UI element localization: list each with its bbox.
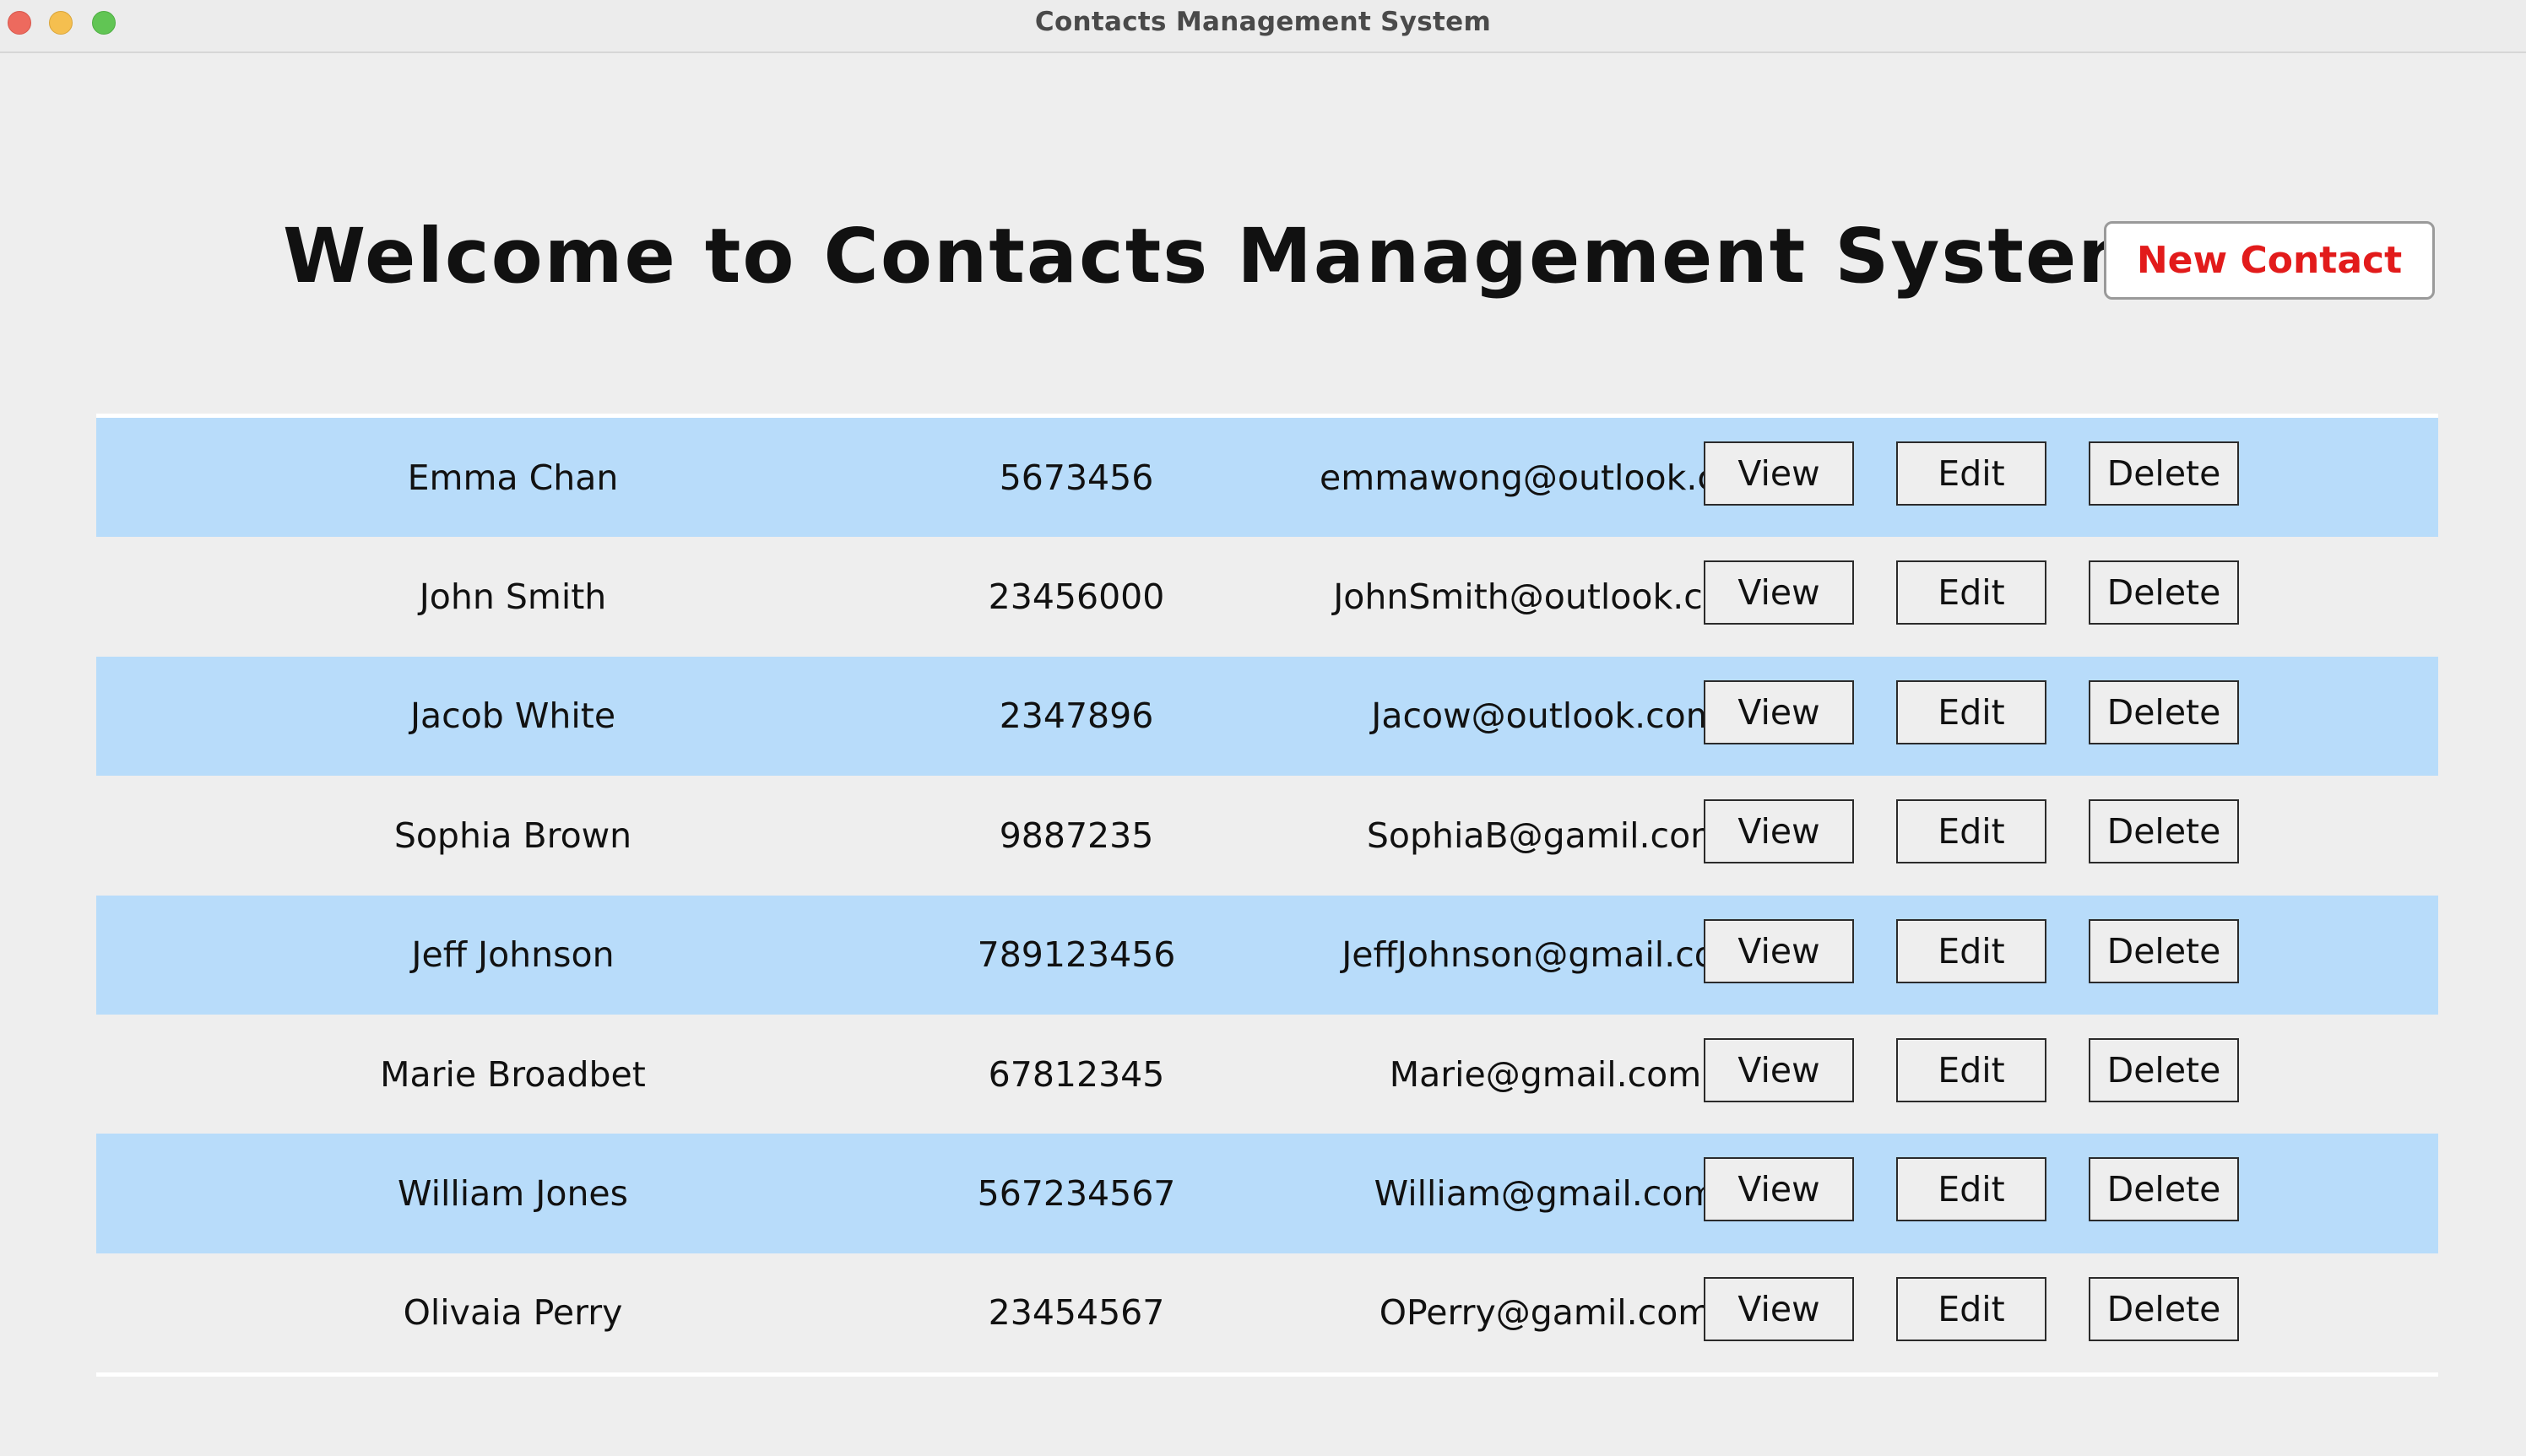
contact-name: John Smith [419,576,607,618]
edit-button[interactable]: Edit [1896,1037,2046,1102]
view-button[interactable]: View [1704,799,1854,864]
edit-button[interactable]: Edit [1896,1157,2046,1222]
contact-phone: 5673456 [999,457,1154,498]
table-row: Olivaia Perry 23454567 OPerry@gamil.com … [96,1253,2438,1373]
contact-name: William Jones [397,1173,629,1215]
table-row: William Jones 567234567 William@gmail.co… [96,1134,2438,1253]
contact-name: Jacob White [409,696,616,737]
table-row: Sophia Brown 9887235 SophiaB@gamil.com V… [96,776,2438,896]
delete-button[interactable]: Delete [2089,560,2239,625]
contact-phone: 789123456 [977,934,1176,976]
delete-button[interactable]: Delete [2089,441,2239,506]
contact-phone: 67812345 [988,1053,1165,1095]
view-button[interactable]: View [1704,560,1854,625]
app-window: Contacts Management System Welcome to Co… [0,0,2526,1456]
contact-name: Jeff Johnson [411,934,615,976]
table-row: John Smith 23456000 JohnSmith@outlook.co… [96,537,2438,657]
contact-name: Marie Broadbet [380,1053,646,1095]
table-row: Marie Broadbet 67812345 Marie@gmail.com … [96,1014,2438,1134]
contact-name: Sophia Brown [393,815,632,856]
delete-button[interactable]: Delete [2089,918,2239,983]
view-button[interactable]: View [1704,1157,1854,1222]
view-button[interactable]: View [1704,918,1854,983]
contact-phone: 9887235 [999,815,1154,856]
edit-button[interactable]: Edit [1896,1276,2046,1341]
view-button[interactable]: View [1704,441,1854,506]
contact-phone: 567234567 [977,1173,1176,1215]
view-button[interactable]: View [1704,1276,1854,1341]
edit-button[interactable]: Edit [1896,918,2046,983]
table-row: Jacob White 2347896 Jacow@outlook.com Vi… [96,656,2438,777]
edit-button[interactable]: Edit [1896,679,2046,744]
edit-button[interactable]: Edit [1896,799,2046,864]
contact-name: Emma Chan [407,457,619,498]
delete-button[interactable]: Delete [2089,679,2239,744]
contact-phone: 2347896 [999,696,1154,737]
delete-button[interactable]: Delete [2089,1157,2239,1222]
window-title: Contacts Management System [1034,7,1492,37]
edit-button[interactable]: Edit [1896,560,2046,625]
contacts-table: Emma Chan 5673456 emmawong@outlook.com V… [96,414,2438,1378]
table-row: Emma Chan 5673456 emmawong@outlook.com V… [96,418,2438,538]
contact-phone: 23456000 [988,576,1165,618]
contact-name: Olivaia Perry [403,1292,623,1334]
page-title: Welcome to Contacts Management System [283,212,2159,300]
table-row: Jeff Johnson 789123456 JeffJohnson@gmail… [96,895,2438,1015]
title-bar: Contacts Management System [0,0,2526,53]
view-button[interactable]: View [1704,1037,1854,1102]
delete-button[interactable]: Delete [2089,1276,2239,1341]
edit-button[interactable]: Edit [1896,441,2046,506]
delete-button[interactable]: Delete [2089,799,2239,864]
delete-button[interactable]: Delete [2089,1037,2239,1102]
new-contact-button[interactable]: New Contact [2104,221,2435,300]
contact-phone: 23454567 [988,1292,1165,1334]
view-button[interactable]: View [1704,679,1854,744]
